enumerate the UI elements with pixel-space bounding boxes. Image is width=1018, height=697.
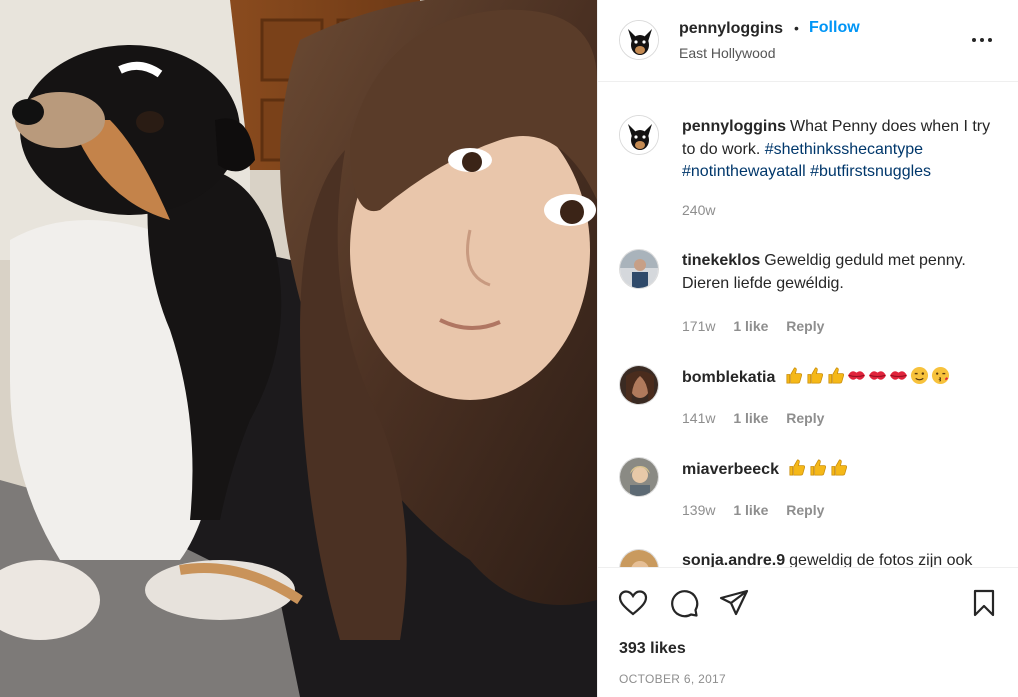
photo-illustration (0, 0, 597, 697)
emoji-row (779, 366, 951, 386)
commenter-avatar[interactable] (619, 549, 659, 567)
person-avatar-icon (620, 250, 658, 288)
emoji-row (783, 459, 850, 478)
comments-list[interactable]: pennyloggins What Penny does when I try t… (598, 83, 1018, 567)
comment-username[interactable]: sonja.andre.9 (682, 552, 785, 567)
comment-item: miaverbeeck 139w 1 like Reply (619, 457, 999, 527)
commenter-avatar[interactable] (619, 249, 659, 289)
comment-text: miaverbeeck (682, 458, 1000, 482)
comment-icon[interactable] (668, 587, 700, 619)
thumbs-up-icon (828, 367, 844, 384)
thumbs-up-icon (786, 367, 802, 384)
more-icon[interactable] (970, 30, 994, 50)
kiss-lips-icon (847, 371, 865, 380)
post-panel: pennyloggins • Follow East Hollywood pen… (597, 0, 1018, 697)
bookmark-icon[interactable] (968, 587, 1000, 619)
hashtag-link[interactable]: #butfirstsnuggles (810, 163, 931, 180)
dog-avatar-icon (620, 21, 658, 59)
commenter-avatar[interactable] (619, 457, 659, 497)
comment-item: bomblekatia 141w 1 like Reply (619, 365, 999, 435)
hashtag-link[interactable]: #shethinksshecantype (765, 141, 923, 158)
thumbs-up-icon (789, 459, 806, 476)
follow-button[interactable]: Follow (809, 19, 860, 37)
caption-avatar[interactable] (619, 115, 659, 155)
caption-text: pennyloggins What Penny does when I try t… (682, 116, 1000, 184)
dog-avatar-icon (620, 116, 658, 154)
comment-body: geweldig de fotos zijn ook (789, 552, 973, 567)
caption-meta: 240w (682, 202, 729, 218)
comment-age[interactable]: 141w (682, 410, 715, 426)
hashtag-link[interactable]: #notinthewayatall (682, 163, 806, 180)
comment-meta: 171w 1 like Reply (682, 318, 838, 334)
author-avatar[interactable] (619, 20, 659, 60)
wink-face-icon (910, 366, 928, 385)
comment-likes[interactable]: 1 like (733, 410, 768, 426)
kiss-lips-icon (889, 371, 907, 380)
thumbs-up-icon (831, 459, 848, 476)
comment-username[interactable]: miaverbeeck (682, 461, 779, 478)
caption-item: pennyloggins What Penny does when I try t… (619, 115, 999, 235)
comment-likes[interactable]: 1 like (733, 502, 768, 518)
caption-age[interactable]: 240w (682, 202, 715, 218)
person-avatar-icon (620, 458, 658, 496)
person-avatar-icon (620, 550, 658, 567)
heart-icon[interactable] (617, 587, 649, 619)
comment-username[interactable]: tinekeklos (682, 252, 760, 269)
reply-button[interactable]: Reply (786, 410, 824, 426)
kiss-face-icon (931, 366, 949, 385)
author-username[interactable]: pennyloggins (679, 20, 783, 38)
comment-age[interactable]: 139w (682, 502, 715, 518)
kiss-lips-icon (868, 371, 886, 380)
comment-item: sonja.andre.9 geweldig de fotos zijn ook (619, 549, 999, 567)
location-link[interactable]: East Hollywood (679, 45, 776, 61)
person-avatar-icon (620, 366, 658, 404)
comment-meta: 139w 1 like Reply (682, 502, 838, 518)
comment-text: bomblekatia (682, 366, 1000, 390)
post-header: pennyloggins • Follow East Hollywood (598, 0, 1018, 82)
commenter-avatar[interactable] (619, 365, 659, 405)
comment-meta: 141w 1 like Reply (682, 410, 838, 426)
comment-age[interactable]: 171w (682, 318, 715, 334)
separator-dot: • (794, 20, 799, 36)
share-icon[interactable] (718, 587, 750, 619)
caption-username[interactable]: pennyloggins (682, 118, 786, 135)
post-photo[interactable] (0, 0, 597, 697)
comment-item: tinekeklos Geweldig geduld met penny. Die… (619, 249, 999, 339)
comment-text: sonja.andre.9 geweldig de fotos zijn ook (682, 550, 1000, 567)
reply-button[interactable]: Reply (786, 318, 824, 334)
thumbs-up-icon (807, 367, 823, 384)
likes-count[interactable]: 393 likes (619, 640, 686, 658)
comment-username[interactable]: bomblekatia (682, 369, 775, 386)
thumbs-up-icon (810, 459, 827, 476)
post-date[interactable]: OCTOBER 6, 2017 (619, 672, 726, 686)
reply-button[interactable]: Reply (786, 502, 824, 518)
comment-likes[interactable]: 1 like (733, 318, 768, 334)
comment-text: tinekeklos Geweldig geduld met penny. Die… (682, 250, 1000, 295)
post-actions: 393 likes OCTOBER 6, 2017 (598, 567, 1018, 697)
